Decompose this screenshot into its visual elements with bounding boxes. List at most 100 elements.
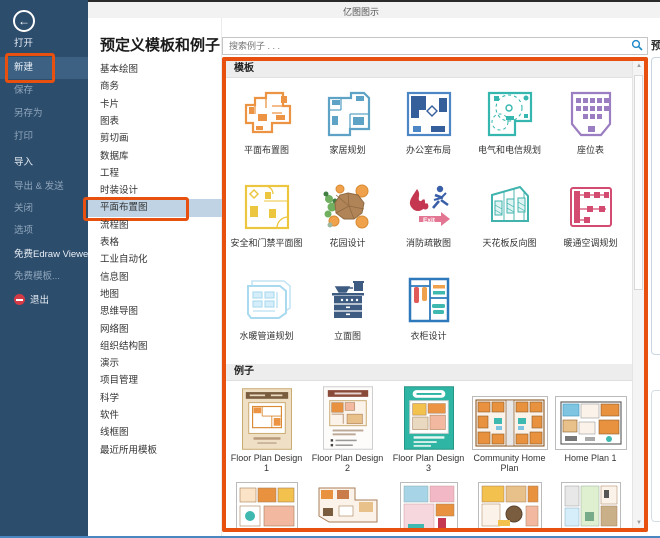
electrical-telecom-icon [469,85,550,143]
category-item[interactable]: 地图 [88,286,222,303]
sidebar-item[interactable]: 导出 & 发送 [0,176,88,198]
template-label: 天花板反向图 [482,238,537,248]
example-thumbnail[interactable] [226,480,307,528]
category-item[interactable]: 科学 [88,390,222,407]
example-thumbnail[interactable] [307,480,388,528]
sidebar-item-label: 打开 [14,38,34,49]
category-item[interactable]: 网络图 [88,321,222,338]
sidebar-item-label: 保存 [14,85,34,96]
sidebar-item[interactable]: 关闭 [0,198,88,220]
template-item-security-access[interactable]: 安全和门禁平面图 [226,178,307,271]
template-item-electrical[interactable]: 电气和电信规划 [469,85,550,178]
category-item[interactable]: 线框图 [88,424,222,441]
category-item[interactable]: 平面布置图 [83,196,222,222]
category-item[interactable]: 软件 [88,407,222,424]
sidebar-item[interactable]: 免费模板... [0,266,88,288]
svg-text:Exit: Exit [423,217,436,224]
example-thumbnail[interactable] [550,480,631,528]
sidebar-item[interactable]: 保存 [0,80,88,102]
example-label: Home Plan 1 [564,453,617,463]
sidebar-item[interactable]: 选项 [0,220,88,242]
templates-panel: 模板 平面布置图 家居规划 办公室布局 电气和电信规划 座位表 安全和门禁平面图… [222,57,648,532]
template-label: 座位表 [576,145,604,155]
sidebar-item[interactable]: 另存为 [0,103,88,125]
template-categories-panel: 预定义模板和例子 基本绘图 商务 卡片 图表 剪切画 数据库 工程 时装设计 平面布置图 流程图表… [83,18,222,538]
template-label: 平面布置图 [243,145,289,155]
search-input[interactable] [222,37,648,55]
scroll-up-icon[interactable]: ▲ [633,63,644,69]
category-item[interactable]: 剪切画 [88,130,222,147]
category-item[interactable]: 数据库 [88,148,222,165]
preview-pane-title: 预 [651,40,660,52]
example-label: Floor Plan Design 2 [311,453,384,473]
example-item-fp-design-2[interactable]: Floor Plan Design 2 [307,386,388,480]
search-icon[interactable] [631,39,643,51]
category-item[interactable]: 信息图 [88,269,222,286]
example-item-fp-design-3[interactable]: Floor Plan Design 3 [388,386,469,480]
template-item-reflected-ceiling[interactable]: 天花板反向图 [469,178,550,271]
template-item-floor-plan[interactable]: 平面布置图 [226,85,307,178]
sidebar-item-label: 免费Edraw Viewer [14,249,92,260]
back-button[interactable]: ← [13,10,35,32]
category-item[interactable]: 流程图 [88,217,222,234]
search-box [222,36,648,55]
edraw-new-file-screen: 亿图图示 ← 打开新建保存另存为打印导入导出 & 发送关闭 选项免费Edraw V… [0,0,660,538]
scrollbar-thumb[interactable] [634,75,643,290]
template-item-fire-escape[interactable]: Exit 消防疏散图 [388,178,469,271]
sidebar-item[interactable]: 打印 [0,126,88,148]
hvac-plan-icon [550,178,631,236]
template-label: 电气和电信规划 [477,145,541,155]
example-item-community-home-plan[interactable]: Community Home Plan [469,386,550,480]
example-item-fp-design-1[interactable]: Floor Plan Design 1 [226,386,307,480]
sidebar-item[interactable]: 新建 [0,53,88,83]
category-item[interactable]: 演示 [88,355,222,372]
example-label: Community Home Plan [473,453,546,473]
category-item[interactable]: 最近所用模板 [88,442,222,459]
category-item[interactable]: 思维导图 [88,303,222,320]
sidebar-item[interactable]: 打开 [0,33,88,55]
scroll-down-icon[interactable]: ▼ [633,520,644,526]
template-item-home-plan[interactable]: 家居规划 [307,85,388,178]
category-item[interactable]: 卡片 [88,96,222,113]
window-title: 亿图图示 [343,7,380,17]
panel-scrollbar[interactable]: ▲ ▼ [632,61,644,528]
garden-design-icon [307,178,388,236]
category-item[interactable]: 工业自动化 [88,251,222,268]
category-item[interactable]: 商务 [88,78,222,95]
template-label: 消防疏散图 [405,238,451,248]
template-item-hvac-plan[interactable]: 暖通空调规划 [550,178,631,271]
home-plan-icon [307,85,388,143]
file-menu-sidebar: ← 打开新建保存另存为打印导入导出 & 发送关闭 选项免费Edraw Viewer… [0,0,92,538]
template-label: 衣柜设计 [410,331,447,341]
template-item-garden-design[interactable]: 花园设计 [307,178,388,271]
seating-chart-icon [550,85,631,143]
sidebar-item-label: 导出 & 发送 [14,181,64,192]
fire-escape-icon: Exit [388,178,469,236]
example-thumbnail[interactable] [388,480,469,528]
template-item-seating-chart[interactable]: 座位表 [550,85,631,178]
sidebar-item[interactable]: 导入 [0,152,88,174]
category-item[interactable]: 表格 [88,234,222,251]
template-item-office-layout[interactable]: 办公室布局 [388,85,469,178]
templates-section-header: 模板 [226,61,632,78]
title-bar: 亿图图示 [88,0,660,18]
sidebar-item[interactable]: 免费Edraw Viewer [0,244,92,266]
sidebar-item[interactable]: 退出 [0,290,88,312]
category-item[interactable]: 组织结构图 [88,338,222,355]
template-grid: 平面布置图 家居规划 办公室布局 电气和电信规划 座位表 安全和门禁平面图 花园… [226,85,631,364]
plumbing-piping-icon [226,271,307,329]
examples-grid-row-2 [226,480,631,528]
template-item-plumbing[interactable]: 水暖管道规划 [226,271,307,364]
template-label: 安全和门禁平面图 [230,238,303,248]
example-thumbnail[interactable] [469,480,550,528]
template-item-wardrobe[interactable]: 衣柜设计 [388,271,469,364]
security-access-icon [226,178,307,236]
example-item-home-plan-1[interactable]: Home Plan 1 [550,386,631,480]
template-item-elevation[interactable]: 立面图 [307,271,388,364]
category-item[interactable]: 基本绘图 [88,61,222,78]
category-item[interactable]: 工程 [88,165,222,182]
examples-section-header: 例子 [226,364,632,381]
category-item[interactable]: 图表 [88,113,222,130]
category-item[interactable]: 项目管理 [88,372,222,389]
sidebar-item-label: 打印 [14,131,34,142]
